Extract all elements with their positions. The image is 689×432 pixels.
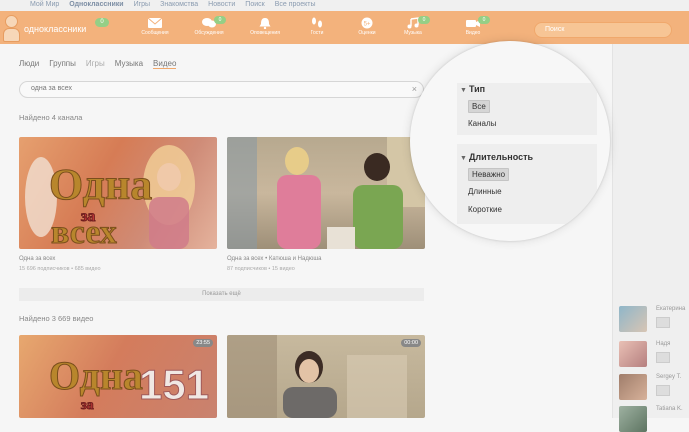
filter-option-long[interactable]: Длинные [468, 187, 502, 196]
friend-action-icon[interactable] [656, 317, 670, 328]
filter-option-any[interactable]: Неважно [468, 168, 510, 181]
brand-badge: 0 [95, 18, 109, 27]
logo-word: Одна [49, 353, 143, 398]
nav-label: Музыка [404, 30, 422, 36]
video-thumbnail[interactable]: Одна за 151 23:55 [19, 335, 217, 418]
main-header: одноклассники 0 Сообщения 0 Обсуждения О… [0, 11, 689, 44]
nav-messages[interactable]: Сообщения [130, 17, 180, 43]
filter-option-all[interactable]: Все [468, 100, 490, 113]
channel-thumbnail[interactable] [227, 137, 425, 249]
friend-name: Tatiana K. [656, 406, 683, 412]
top-links-bar: Мой Мир Одноклассники Игры Знакомства Но… [0, 0, 689, 11]
found-videos-heading: Найдено 3 669 видео [19, 314, 94, 323]
filter-option-channels[interactable]: Каналы [468, 119, 496, 128]
friend-item[interactable]: Надя [619, 341, 670, 367]
friend-name: Екатерина [656, 306, 686, 312]
scene-image [227, 335, 407, 418]
top-link[interactable]: Одноклассники [69, 1, 123, 8]
nav-alerts[interactable]: Оповещения [240, 17, 290, 43]
nav-video[interactable]: 0 Видео [448, 16, 498, 43]
friend-action-icon[interactable] [656, 385, 670, 396]
friend-name: Надя [656, 341, 671, 347]
tab-video[interactable]: Видео [153, 59, 177, 69]
nav-badge: 0 [478, 16, 490, 24]
channel-title[interactable]: Одна за всех • Катюша и Надюша [227, 256, 321, 262]
nav-label: Видео [465, 30, 481, 36]
episode-number: 151 [139, 361, 209, 408]
friend-item[interactable]: Sergey T. [619, 374, 681, 400]
nav-guests[interactable]: Гости [292, 17, 342, 43]
tab-groups[interactable]: Группы [49, 59, 76, 69]
top-link[interactable]: Знакомства [160, 1, 198, 8]
found-channels-heading: Найдено 4 канала [19, 113, 83, 122]
nav-label: Оценки [358, 30, 376, 36]
filter-magnifier: ▼ Тип Все Каналы ▼ Длительность Неважно Дл… [410, 41, 610, 241]
logo-word: всех [51, 214, 117, 249]
filter-option-short[interactable]: Короткие [468, 205, 502, 214]
svg-text:5+: 5+ [364, 22, 371, 28]
collapse-triangle-icon: ▼ [460, 87, 467, 94]
footprints-icon [312, 17, 322, 28]
query-text: одна за всех [31, 85, 72, 92]
channel-thumbnail[interactable]: Одна за всех [19, 137, 217, 249]
filter-heading-text: Длительность [468, 152, 534, 162]
avatar [619, 341, 647, 367]
friend-name: Sergey T. [656, 374, 682, 380]
nav-discussions[interactable]: 0 Обсуждения [184, 16, 234, 43]
nav-label: Сообщения [141, 30, 169, 36]
scene-image [227, 137, 425, 249]
nav-badge: 0 [214, 16, 226, 24]
top-link[interactable]: Все проекты [275, 1, 316, 8]
nav-label: Оповещения [250, 30, 280, 36]
avatar [619, 406, 647, 432]
duration-badge: 23:55 [193, 339, 213, 347]
nav-badge: 0 [418, 16, 430, 24]
friend-action-icon[interactable] [656, 352, 670, 363]
avatar [619, 374, 647, 400]
show-logo-image: Одна за 151 [49, 353, 210, 414]
collapse-triangle-icon: ▼ [460, 155, 467, 162]
top-link[interactable]: Поиск [245, 1, 264, 8]
logo-word: Одна [49, 160, 152, 209]
show-more-button[interactable]: Показать ещё [19, 288, 424, 301]
video-thumbnail[interactable]: 00:00 [227, 335, 425, 418]
duration-badge: 00:00 [401, 339, 421, 347]
nav-label: Гости [310, 30, 324, 36]
tab-music[interactable]: Музыка [115, 59, 143, 69]
nav-ratings[interactable]: 5+ Оценки [342, 17, 392, 43]
envelope-icon [147, 17, 163, 28]
clear-icon[interactable]: × [412, 84, 417, 94]
rating-icon: 5+ [361, 17, 373, 29]
channel-stats: 87 подписчиков • 15 видео [227, 266, 295, 272]
nav-label: Обсуждения [194, 30, 224, 36]
channel-stats: 15 696 подписчиков • 685 видео [19, 266, 101, 272]
top-link[interactable]: Мой Мир [30, 1, 59, 8]
friend-item[interactable]: Tatiana K. [619, 406, 683, 432]
logo-word: за [81, 398, 94, 413]
search-query-input[interactable]: одна за всех × [19, 81, 424, 98]
channel-title[interactable]: Одна за всех [19, 256, 55, 262]
avatar [619, 306, 647, 332]
ok-logo[interactable] [0, 14, 24, 42]
filter-heading-duration[interactable]: ▼ Длительность [460, 152, 533, 162]
brand-name[interactable]: одноклассники [24, 24, 86, 34]
friend-item[interactable]: Екатерина [619, 306, 685, 332]
filter-heading-type[interactable]: ▼ Тип [460, 84, 485, 94]
tab-games[interactable]: Игры [86, 59, 105, 69]
search-placeholder: Поиск [545, 26, 565, 33]
tab-people[interactable]: Люди [19, 59, 39, 69]
nav-music[interactable]: 0 Музыка [388, 16, 438, 43]
bell-icon [259, 18, 271, 29]
filter-heading-text: Тип [468, 84, 486, 94]
top-link[interactable]: Новости [208, 1, 235, 8]
show-logo-image: Одна за всех [25, 145, 195, 249]
right-sidebar: Екатерина Надя Sergey T. Tatiana K. [612, 44, 689, 432]
search-tabs: Люди Группы Игры Музыка Видео [19, 59, 177, 69]
header-search-input[interactable]: Поиск [534, 22, 672, 38]
top-link[interactable]: Игры [134, 1, 151, 8]
